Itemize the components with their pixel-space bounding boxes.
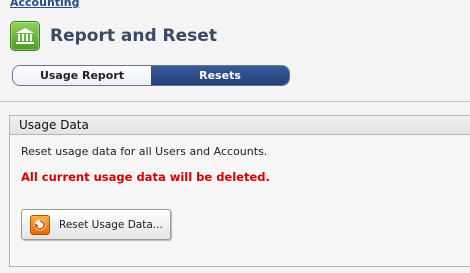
bank-icon [10, 21, 40, 51]
warning-text: All current usage data will be deleted. [21, 170, 270, 184]
tab-usage-report[interactable]: Usage Report [13, 66, 151, 85]
tab-resets[interactable]: Resets [151, 66, 289, 85]
page-title: Report and Reset [50, 26, 217, 46]
divider [0, 101, 470, 102]
panel-description: Reset usage data for all Users and Accou… [21, 145, 268, 158]
reset-button-label: Reset Usage Data... [59, 218, 163, 231]
reset-usage-data-button[interactable]: Reset Usage Data... [21, 209, 171, 240]
page-header: Report and Reset [10, 21, 217, 51]
breadcrumb-accounting[interactable]: Accounting [10, 0, 80, 9]
usage-data-panel: Usage Data Reset usage data for all User… [9, 115, 470, 267]
panel-title: Usage Data [10, 116, 470, 135]
reset-icon [30, 214, 50, 235]
tab-bar: Usage Report Resets [12, 65, 290, 86]
